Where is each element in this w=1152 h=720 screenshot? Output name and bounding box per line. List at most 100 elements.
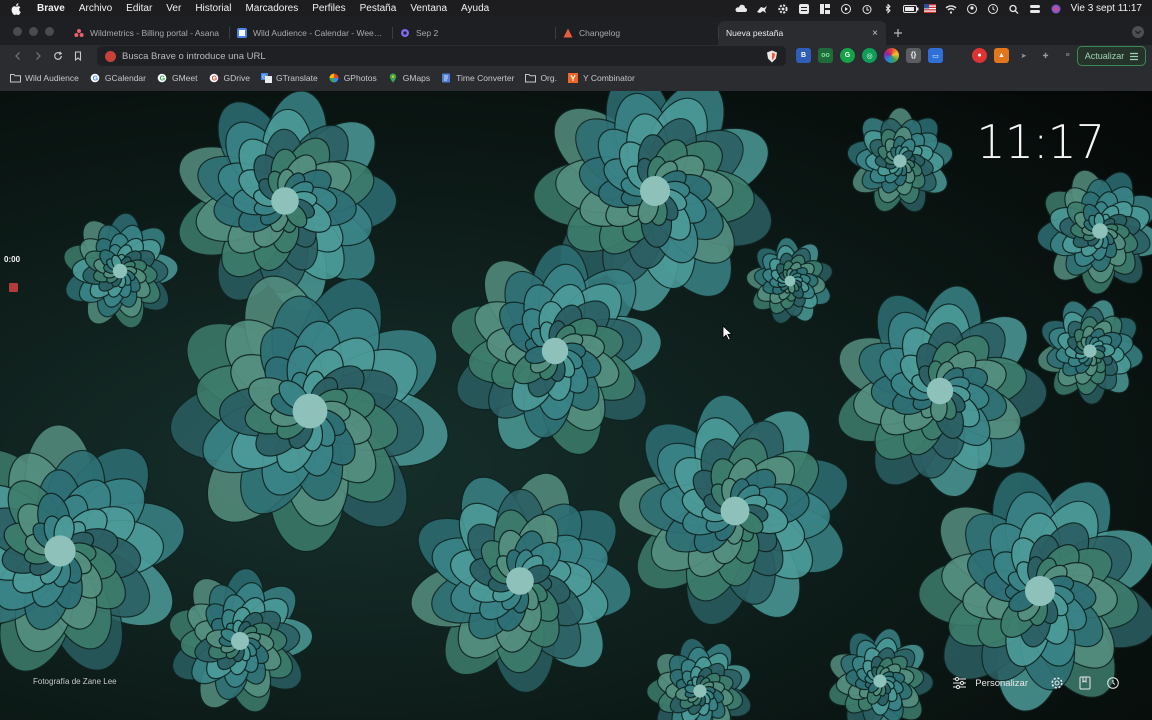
extension-card-icon[interactable]: ▭ (928, 48, 943, 63)
sliders-icon (952, 676, 966, 690)
tab-sep-2[interactable]: Sep 2 (392, 21, 555, 45)
bookmark-gcalendar[interactable]: G GCalendar (90, 73, 146, 83)
record-icon[interactable]: ● (972, 48, 987, 63)
extension-bird-icon[interactable]: ➤ (1016, 48, 1031, 63)
layout-icon[interactable] (819, 3, 831, 14)
tab-calendar[interactable]: Wild Audience - Calendar - Week of (229, 21, 392, 45)
menu-ayuda[interactable]: Ayuda (461, 3, 489, 14)
bookmarks-icon[interactable] (1078, 676, 1092, 690)
user-icon[interactable] (966, 3, 978, 14)
google-icon: G (209, 73, 220, 83)
siri-icon[interactable] (1050, 4, 1062, 14)
menu-editar[interactable]: Editar (126, 3, 152, 14)
cloud-icon[interactable] (735, 4, 747, 14)
menu-pestana[interactable]: Pestaña (360, 3, 397, 14)
gear-icon (400, 28, 410, 38)
tab-changelog[interactable]: Changelog (555, 21, 718, 45)
ycombinator-icon (567, 73, 579, 83)
apple-icon[interactable] (10, 2, 21, 15)
menu-app-brave[interactable]: Brave (37, 3, 65, 14)
bookmark-gmeet[interactable]: G GMeet (157, 73, 198, 83)
asana-icon (74, 28, 84, 38)
menubar-clock[interactable]: Vie 3 sept 11:17 (1071, 3, 1142, 14)
photo-credit[interactable]: Fotografía de Zane Lee (33, 677, 117, 686)
list-icon[interactable] (798, 3, 810, 14)
succulent-rosette (1036, 169, 1152, 295)
svg-text:G: G (262, 75, 266, 81)
succulent-rosette (410, 472, 632, 693)
succulent-rosette (63, 212, 179, 329)
wifi-icon[interactable] (945, 4, 957, 14)
extension-dev-icon[interactable]: {} (906, 48, 921, 63)
succulent-rosette (646, 637, 752, 720)
reading-list-icon[interactable]: ≡ (1060, 48, 1075, 63)
bookmark-wild-audience[interactable]: Wild Audience (10, 73, 79, 83)
svg-text:G: G (211, 76, 217, 83)
tab-title: Wildmetrics - Billing portal - Asana (90, 28, 219, 38)
zoom-window-button[interactable] (45, 26, 54, 36)
address-bar[interactable]: Busca Brave o introduce una URL (97, 46, 786, 66)
bookmark-gphotos[interactable]: GPhotos (329, 73, 377, 83)
grammarly-icon[interactable]: G (840, 48, 855, 63)
reload-icon (54, 51, 63, 60)
minimize-window-button[interactable] (29, 26, 38, 36)
macos-menubar: Brave Archivo Editar Ver Historial Marca… (0, 0, 1152, 17)
menu-perfiles[interactable]: Perfiles (312, 3, 345, 14)
tab-search-button[interactable] (1132, 26, 1144, 38)
control-center-icon[interactable] (1029, 4, 1041, 14)
history-icon[interactable] (1106, 676, 1120, 690)
tab-new-tab[interactable]: Nueva pestaña × (718, 21, 886, 45)
succulent-rosette (1037, 299, 1144, 405)
close-tab-icon[interactable]: × (872, 28, 878, 39)
tab-title: Nueva pestaña (726, 28, 784, 38)
battery-icon[interactable] (902, 4, 919, 14)
play-icon[interactable] (840, 3, 852, 14)
reload-button[interactable] (48, 46, 68, 66)
clock-icon[interactable] (987, 3, 999, 14)
bluetooth-icon[interactable] (882, 2, 894, 14)
succulent-rosette (828, 628, 934, 720)
extension-green-icon[interactable]: oo (818, 48, 833, 63)
stop-recording-button[interactable] (9, 283, 18, 292)
update-button[interactable]: Actualizar (1077, 46, 1146, 66)
translate-icon: G (260, 73, 272, 83)
time-icon (441, 73, 452, 83)
bookmark-gmaps[interactable]: GMaps (388, 73, 430, 83)
gear-icon[interactable] (777, 3, 789, 14)
back-button[interactable] (8, 46, 28, 66)
bookmark-gtranslate[interactable]: G GTranslate (260, 73, 318, 83)
succulent-wallpaper-image (0, 91, 1152, 720)
tab-title: Changelog (579, 28, 621, 38)
svg-text:G: G (160, 76, 166, 83)
forward-button[interactable] (28, 46, 48, 66)
color-picker-icon[interactable] (884, 48, 899, 63)
timer-icon[interactable] (861, 4, 873, 14)
kangaroo-icon[interactable] (756, 4, 768, 14)
menu-marcadores[interactable]: Marcadores (245, 3, 298, 14)
menu-ventana[interactable]: Ventana (410, 3, 447, 14)
bookmark-y-combinator[interactable]: Y Combinator (567, 73, 635, 83)
metamask-icon[interactable]: ▲ (994, 48, 1009, 63)
new-tab-button[interactable] (886, 21, 910, 45)
close-window-button[interactable] (13, 26, 22, 36)
menu-ver[interactable]: Ver (166, 3, 181, 14)
spotlight-search-icon[interactable] (1008, 4, 1020, 14)
bookmark-gdrive[interactable]: G GDrive (209, 73, 250, 83)
bookmark-button[interactable] (68, 46, 88, 66)
customize-button[interactable]: Personalizar (944, 676, 1036, 690)
bookmark-org[interactable]: Org. (525, 73, 557, 83)
browser-toolbar: Busca Brave o introduce una URL B oo G ◎… (0, 45, 1152, 67)
extension-blue-icon[interactable]: B (796, 48, 811, 63)
extension-circle-icon[interactable]: ◎ (862, 48, 877, 63)
menu-archivo[interactable]: Archivo (79, 3, 112, 14)
puzzle-icon[interactable]: ✚ (1038, 48, 1053, 63)
succulent-rosette (846, 107, 954, 213)
us-flag-icon[interactable] (923, 3, 936, 14)
brave-shields-icon[interactable] (766, 50, 778, 63)
settings-gear-icon[interactable] (1050, 676, 1064, 690)
customize-label: Personalizar (975, 677, 1028, 689)
menu-historial[interactable]: Historial (195, 3, 231, 14)
tab-asana[interactable]: Wildmetrics - Billing portal - Asana (66, 21, 229, 45)
mouse-cursor-icon (722, 325, 734, 341)
bookmark-time-converter[interactable]: Time Converter (441, 73, 514, 83)
